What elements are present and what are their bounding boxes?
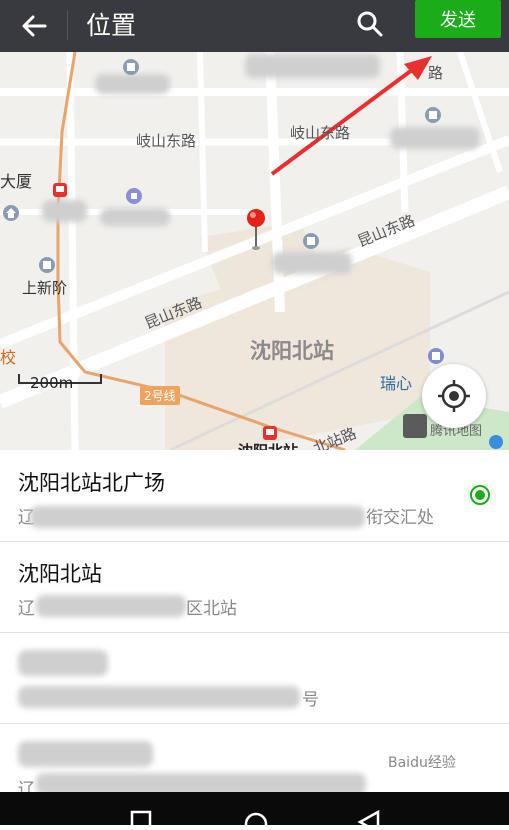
location-result-list: 沈阳北站北广场 辽 衔交汇处 沈阳北站 辽 区北站 号 辽 — [0, 450, 509, 792]
poi-label: 沈阳北站 — [238, 440, 298, 450]
recent-apps-icon[interactable] — [128, 804, 154, 830]
location-address-end: 衔交汇处 — [366, 508, 434, 528]
blurred-address — [18, 686, 300, 708]
back-nav-icon[interactable] — [356, 804, 382, 830]
location-address-start: 辽 — [18, 599, 35, 619]
location-title: 沈阳北站 — [18, 562, 102, 586]
blurred-address — [36, 595, 186, 617]
watermark: Baidu经验 — [388, 755, 456, 771]
crosshair-icon — [438, 380, 470, 412]
poi-icon — [123, 59, 139, 75]
poi-icon — [428, 348, 444, 364]
blurred-address — [30, 506, 365, 528]
blurred-label — [390, 127, 480, 149]
poi-label: 校 — [0, 348, 17, 367]
road-label: 岐山东路 — [136, 132, 197, 150]
building-label: 大厦 — [0, 172, 33, 191]
send-button[interactable]: 发送 — [415, 0, 501, 38]
location-address-end: 区北站 — [186, 599, 237, 619]
location-address-start: 辽 — [18, 780, 35, 792]
top-bar: 位置 发送 — [0, 0, 509, 52]
compass-icon — [409, 420, 421, 432]
poi-icon — [3, 205, 19, 221]
page-title: 位置 — [86, 11, 137, 40]
list-item[interactable]: 沈阳北站北广场 辽 衔交汇处 — [0, 450, 509, 542]
road-label: 路 — [428, 64, 444, 82]
tencent-map-icon — [489, 435, 503, 449]
search-icon — [357, 11, 383, 37]
blurred-label — [245, 54, 380, 78]
poi-label: 瑞心 — [380, 374, 413, 393]
location-pin-icon — [247, 209, 265, 250]
location-title: 沈阳北站北广场 — [18, 471, 165, 495]
metro-station-label: 上新阶 — [22, 279, 68, 297]
blurred-label — [95, 74, 170, 94]
metro-icon — [263, 426, 277, 440]
selected-radio[interactable] — [470, 485, 490, 505]
arrow-left-icon — [22, 15, 47, 37]
metro-line-label: 2号线 — [140, 386, 180, 405]
compass-button[interactable] — [403, 414, 427, 438]
blurred-label — [100, 208, 170, 226]
search-button[interactable] — [350, 4, 390, 44]
list-item[interactable]: 号 — [0, 632, 509, 724]
station-area-label: 沈阳北站 — [250, 339, 334, 363]
locate-button[interactable] — [422, 364, 486, 428]
blurred-title — [18, 650, 108, 676]
scale-label: 200m — [30, 374, 74, 392]
metro-icon — [53, 183, 67, 197]
blurred-label — [272, 252, 352, 274]
poi-icon — [425, 107, 441, 123]
road-label: 岐山东路 — [290, 124, 351, 142]
home-icon[interactable] — [243, 804, 269, 830]
blurred-title — [18, 741, 153, 767]
map-view[interactable]: 岐山东路 岐山东路 大厦 上新阶 昆山东路 昆山东路 沈阳北站 瑞心 沈阳北站 … — [0, 52, 509, 450]
poi-icon — [39, 257, 55, 273]
poi-icon — [126, 188, 142, 204]
back-button[interactable] — [12, 4, 56, 48]
blurred-label — [42, 200, 87, 222]
header-divider — [67, 10, 68, 40]
list-item[interactable]: 沈阳北站 辽 区北站 — [0, 541, 509, 633]
location-address-end: 号 — [302, 690, 319, 710]
poi-icon — [303, 233, 319, 249]
blurred-address — [36, 773, 366, 792]
system-nav-bar — [0, 792, 509, 830]
